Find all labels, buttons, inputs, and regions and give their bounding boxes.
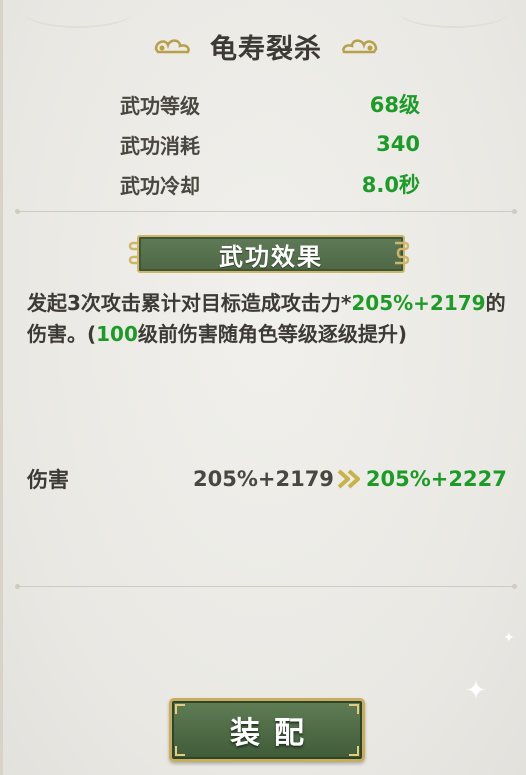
skill-stats: 武功等级 68级 武功消耗 340 武功冷却 8.0秒 bbox=[120, 84, 420, 204]
stat-label: 武功消耗 bbox=[120, 133, 200, 158]
divider bbox=[15, 584, 517, 589]
sparkle-icon: ✦ bbox=[465, 676, 487, 706]
stat-value: 68级 bbox=[369, 93, 420, 117]
stat-label: 武功等级 bbox=[120, 93, 200, 118]
stat-value: 340 bbox=[376, 132, 420, 156]
sparkle-icon: ✦ bbox=[503, 630, 515, 646]
equip-button-label: 装配 bbox=[230, 716, 318, 751]
desc-text: 级前伤害随角色等级逐级提升) bbox=[137, 322, 408, 346]
desc-formula: 205%+2179 bbox=[351, 291, 486, 315]
damage-current-value: 205%+2179 bbox=[193, 467, 334, 491]
effect-section-banner: 武功效果 bbox=[127, 233, 411, 273]
effect-banner-title: 武功效果 bbox=[219, 242, 323, 271]
cloud-ornament-left-icon bbox=[154, 39, 190, 54]
divider bbox=[15, 209, 517, 214]
cloud-ornament-right-icon bbox=[342, 39, 378, 54]
skill-description: 发起3次攻击累计对目标造成攻击力*205%+2179的伤害。(100级前伤害随角… bbox=[27, 288, 513, 350]
stat-label: 武功冷却 bbox=[120, 173, 200, 198]
button-corner-ornament bbox=[349, 704, 359, 714]
button-corner-ornament bbox=[175, 704, 185, 714]
damage-row: 伤害 205%+2179 205%+2227 bbox=[27, 461, 507, 497]
button-corner-ornament bbox=[349, 746, 359, 756]
stat-value: 8.0秒 bbox=[361, 173, 420, 197]
skill-title-bar: 龟寿裂杀 bbox=[3, 24, 526, 68]
banner-body: 武功效果 bbox=[137, 235, 405, 273]
equip-button[interactable]: 装配 bbox=[169, 698, 365, 762]
double-chevron-right-icon bbox=[337, 469, 360, 489]
desc-text: 发起3次攻击累计对目标造成攻击力* bbox=[27, 291, 352, 315]
stat-row-cooldown: 武功冷却 8.0秒 bbox=[120, 164, 420, 204]
damage-label: 伤害 bbox=[27, 468, 69, 492]
button-corner-ornament bbox=[175, 746, 185, 756]
desc-level: 100 bbox=[96, 322, 138, 346]
banner-scroll-right-icon bbox=[395, 241, 410, 265]
damage-next-value: 205%+2227 bbox=[365, 467, 507, 491]
stat-row-cost: 武功消耗 340 bbox=[120, 124, 420, 164]
skill-detail-panel: 龟寿裂杀 武功等级 68级 武功消耗 340 武功冷却 8.0秒 武功效果 发起… bbox=[0, 0, 526, 775]
stat-row-level: 武功等级 68级 bbox=[120, 84, 420, 124]
skill-name: 龟寿裂杀 bbox=[210, 33, 322, 65]
